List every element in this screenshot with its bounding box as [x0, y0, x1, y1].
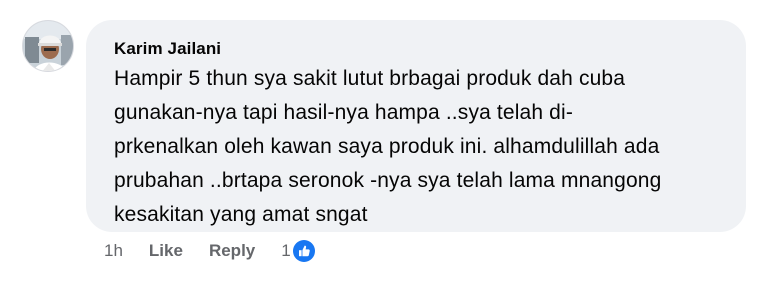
avatar[interactable] [22, 20, 74, 72]
avatar-photo [23, 21, 73, 71]
comment-text-line: prkenalkan oleh kawan saya produk ini. a… [114, 135, 660, 158]
comment-text-line: Hampir 5 thun sya sakit lutut brbagai pr… [114, 67, 626, 90]
comment-text: Hampir 5 thun sya sakit lutut brbagai pr… [114, 62, 734, 232]
thumbs-up-icon [292, 240, 315, 262]
comment-text-line: kesakitan yang amat sngat [114, 203, 368, 226]
reaction-summary[interactable]: 1 [281, 240, 315, 262]
comment-text-line: prubahan ..brtapa seronok -nya sya telah… [114, 169, 662, 192]
comment-timestamp[interactable]: 1h [104, 241, 123, 261]
reaction-count: 1 [281, 241, 291, 260]
comment-actions: 1h Like Reply 1 [104, 238, 315, 264]
comment-author[interactable]: Karim Jailani [114, 39, 221, 59]
comment: Karim Jailani Hampir 5 thun sya sakit lu… [0, 0, 768, 287]
like-button[interactable]: Like [149, 241, 183, 261]
comment-text-line: gunakan-nya tapi hasil-nya hampa ..sya t… [114, 101, 573, 124]
reply-button[interactable]: Reply [209, 241, 255, 261]
comment-bubble: Karim Jailani Hampir 5 thun sya sakit lu… [86, 20, 746, 232]
